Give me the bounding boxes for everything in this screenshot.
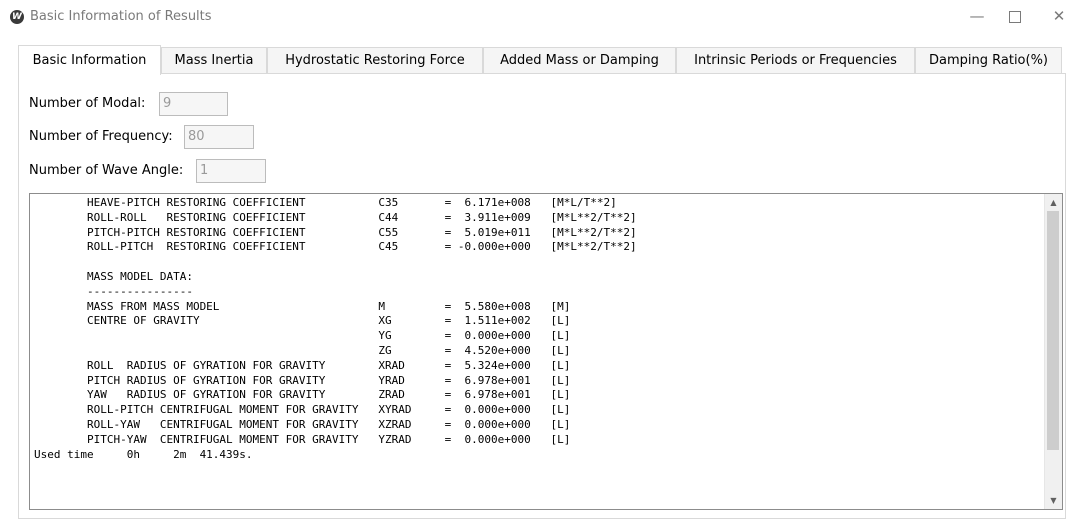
output-line: PITCH-YAW CENTRIFUGAL MOMENT FOR GRAVITY… <box>34 432 571 446</box>
scrollbar-thumb[interactable] <box>1047 211 1059 450</box>
results-output-text: HEAVE-PITCH RESTORING COEFFICIENT C35 = … <box>34 196 637 462</box>
minimize-button[interactable]: — <box>962 4 992 28</box>
scroll-down-arrow-icon[interactable]: ▼ <box>1045 492 1062 509</box>
output-line: MASS MODEL DATA: <box>34 269 193 283</box>
output-line: CENTRE OF GRAVITY XG = 1.511e+002 [L] <box>34 314 571 328</box>
app-logo-icon: W <box>10 10 24 24</box>
output-line: ROLL RADIUS OF GYRATION FOR GRAVITY XRAD… <box>34 358 571 372</box>
output-line: Used time 0h 2m 41.439s. <box>34 447 253 461</box>
window-title: Basic Information of Results <box>30 9 212 24</box>
tab-hydrostatic-restoring-force[interactable]: Hydrostatic Restoring Force <box>267 47 483 73</box>
tab-basic-information[interactable]: Basic Information <box>18 45 161 75</box>
tab-mass-inertia[interactable]: Mass Inertia <box>161 47 267 73</box>
maximize-icon <box>1009 10 1021 23</box>
output-line: ---------------- <box>34 284 193 298</box>
scroll-up-arrow-icon[interactable]: ▲ <box>1045 194 1062 211</box>
tab-added-mass-or-damping[interactable]: Added Mass or Damping <box>483 47 676 73</box>
close-button[interactable]: ✕ <box>1044 4 1074 28</box>
wave-angle-label: Number of Wave Angle: <box>29 163 184 178</box>
output-line: PITCH-PITCH RESTORING COEFFICIENT C55 = … <box>34 225 637 239</box>
modal-input[interactable]: 9 <box>159 92 228 116</box>
output-line: YG = 0.000e+000 [L] <box>34 329 571 343</box>
results-output-text-area[interactable]: HEAVE-PITCH RESTORING COEFFICIENT C35 = … <box>29 193 1063 510</box>
vertical-scrollbar[interactable]: ▲ ▼ <box>1044 194 1062 509</box>
wave-angle-input[interactable]: 1 <box>196 159 266 183</box>
output-line: ROLL-PITCH CENTRIFUGAL MOMENT FOR GRAVIT… <box>34 403 571 417</box>
output-line: ROLL-PITCH RESTORING COEFFICIENT C45 = -… <box>34 240 637 254</box>
title-bar: W Basic Information of Results — ✕ <box>0 0 1077 34</box>
output-line: MASS FROM MASS MODEL M = 5.580e+008 [M] <box>34 299 571 313</box>
output-line: HEAVE-PITCH RESTORING COEFFICIENT C35 = … <box>34 196 617 209</box>
tab-damping-ratio[interactable]: Damping Ratio(%) <box>915 47 1062 73</box>
frequency-input[interactable]: 80 <box>184 125 254 149</box>
output-line: YAW RADIUS OF GYRATION FOR GRAVITY ZRAD … <box>34 388 571 402</box>
output-line: PITCH RADIUS OF GYRATION FOR GRAVITY YRA… <box>34 373 571 387</box>
maximize-button[interactable] <box>1000 4 1030 28</box>
output-line: ZG = 4.520e+000 [L] <box>34 343 571 357</box>
output-line: ROLL-ROLL RESTORING COEFFICIENT C44 = 3.… <box>34 210 637 224</box>
output-line: ROLL-YAW CENTRIFUGAL MOMENT FOR GRAVITY … <box>34 417 571 431</box>
modal-label: Number of Modal: <box>29 96 146 111</box>
tab-intrinsic-periods-or-frequencies[interactable]: Intrinsic Periods or Frequencies <box>676 47 915 73</box>
frequency-label: Number of Frequency: <box>29 129 173 144</box>
